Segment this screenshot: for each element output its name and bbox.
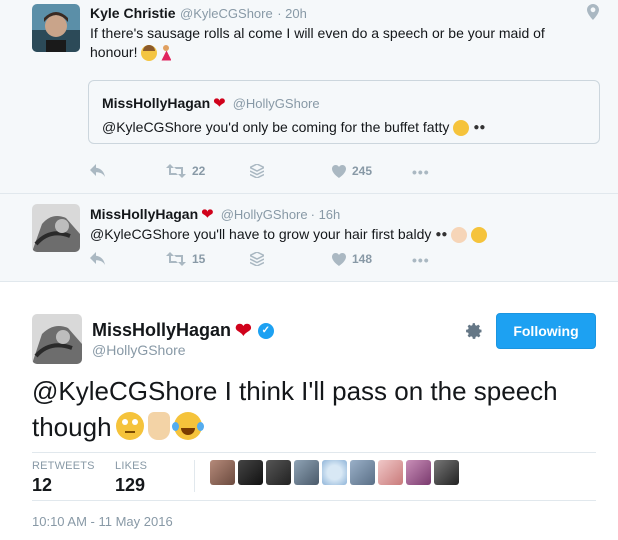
more-icon: ••• xyxy=(412,164,430,180)
tweet-actions: 22 245 ••• xyxy=(90,164,450,184)
quoted-text: @KyleCGShore you'd only be coming for th… xyxy=(102,119,450,135)
woman-tipping-hand-emoji xyxy=(141,44,158,61)
tweet-text-line: If there's sausage rolls al come I will … xyxy=(90,25,545,41)
retweet-button[interactable]: 22 xyxy=(166,164,205,178)
reply-button[interactable] xyxy=(90,164,106,178)
retweet-count: 15 xyxy=(192,252,206,266)
eyes-emoji: ●● xyxy=(435,229,448,240)
stats-divider xyxy=(32,500,596,501)
tears-of-joy-emoji xyxy=(453,119,470,136)
more-button[interactable]: ••• xyxy=(412,164,430,180)
liker-avatar[interactable] xyxy=(322,460,347,485)
author-handle[interactable]: @KyleCGShore xyxy=(180,6,273,21)
verified-badge-icon: ✓ xyxy=(257,322,274,339)
liker-avatars xyxy=(210,460,459,485)
retweets-count[interactable]: 12 xyxy=(32,475,52,496)
reply-icon xyxy=(90,164,105,177)
layers-icon xyxy=(250,252,264,266)
like-button[interactable]: 245 xyxy=(332,164,372,178)
quoted-author-handle[interactable]: @HollyGShore xyxy=(233,96,320,111)
tweet-time[interactable]: · 20h xyxy=(277,6,307,21)
liker-avatar[interactable] xyxy=(406,460,431,485)
liker-avatar[interactable] xyxy=(266,460,291,485)
baby-emoji xyxy=(451,226,468,243)
retweet-count: 22 xyxy=(192,164,206,178)
reply-icon xyxy=(90,252,105,265)
layers-icon xyxy=(250,164,264,178)
raised-hand-emoji xyxy=(147,412,170,440)
main-tweet-text: @KyleCGShore I think I'll pass on the sp… xyxy=(32,373,592,445)
retweet-icon xyxy=(166,164,186,178)
stats-divider xyxy=(32,452,596,453)
heart-emoji: ❤ xyxy=(201,206,214,223)
gear-icon[interactable] xyxy=(465,322,483,340)
author-name[interactable]: MissHollyHagan xyxy=(92,320,231,341)
liker-avatar[interactable] xyxy=(238,460,263,485)
tweet-divider xyxy=(0,193,618,194)
main-text: @KyleCGShore I think I'll pass on the sp… xyxy=(32,376,558,442)
heart-emoji: ❤ xyxy=(235,320,252,342)
like-count: 148 xyxy=(352,252,373,266)
tweet-header: Kyle Christie @KyleCGShore · 20h xyxy=(90,5,307,23)
tweet-actions: 15 148 ••• xyxy=(90,252,450,272)
avatar[interactable] xyxy=(32,204,80,252)
rolling-eyes-emoji xyxy=(115,412,144,440)
liker-avatar[interactable] xyxy=(350,460,375,485)
main-author-name[interactable]: MissHollyHagan ❤ ✓ xyxy=(92,318,274,343)
retweet-icon xyxy=(166,252,186,266)
author-name[interactable]: Kyle Christie xyxy=(90,5,176,21)
heart-icon xyxy=(332,164,346,178)
quoted-author-name[interactable]: MissHollyHagan xyxy=(102,95,210,111)
heart-icon xyxy=(332,252,346,266)
like-button[interactable]: 148 xyxy=(332,252,372,266)
retweets-label[interactable]: RETWEETS xyxy=(32,460,95,472)
heart-emoji: ❤ xyxy=(213,95,226,112)
tweet-time[interactable]: · 16h xyxy=(311,207,341,222)
following-button[interactable]: Following xyxy=(496,313,596,349)
tweet-timestamp[interactable]: 10:10 AM - 11 May 2016 xyxy=(32,514,173,529)
tweet-text: @KyleCGShore you'll have to grow your ha… xyxy=(90,225,488,244)
author-handle[interactable]: @HollyGShore xyxy=(221,207,308,222)
main-author-handle[interactable]: @HollyGShore xyxy=(92,342,186,358)
tweet-text: If there's sausage rolls al come I will … xyxy=(90,24,590,62)
reply-button[interactable] xyxy=(90,252,106,266)
retweet-button[interactable]: 15 xyxy=(166,252,205,266)
quoted-tweet-text: @KyleCGShore you'd only be coming for th… xyxy=(102,118,485,137)
likes-label[interactable]: LIKES xyxy=(115,460,147,472)
stack-button[interactable] xyxy=(250,252,264,266)
stats-separator xyxy=(194,460,195,492)
author-name[interactable]: MissHollyHagan xyxy=(90,206,198,222)
dancer-emoji xyxy=(161,44,172,61)
sweat-smile-emoji xyxy=(471,226,488,243)
stack-button[interactable] xyxy=(250,164,264,178)
tweet-text-line: honour! xyxy=(90,44,138,60)
tears-of-joy-emoji xyxy=(171,412,204,440)
quoted-tweet-header: MissHollyHagan ❤ @HollyGShore xyxy=(102,94,320,112)
location-pin-icon[interactable] xyxy=(587,4,599,25)
liker-avatar[interactable] xyxy=(434,460,459,485)
liker-avatar[interactable] xyxy=(210,460,235,485)
liker-avatar[interactable] xyxy=(294,460,319,485)
liker-avatar[interactable] xyxy=(378,460,403,485)
like-count: 245 xyxy=(352,164,373,178)
avatar[interactable] xyxy=(32,314,82,364)
more-button[interactable]: ••• xyxy=(412,252,430,268)
eyes-emoji: ●● xyxy=(473,122,486,133)
tweet-header: MissHollyHagan ❤ @HollyGShore · 16h xyxy=(90,205,340,223)
avatar[interactable] xyxy=(32,4,80,52)
tweet-text-line: @KyleCGShore you'll have to grow your ha… xyxy=(90,226,432,242)
likes-count[interactable]: 129 xyxy=(115,475,145,496)
more-icon: ••• xyxy=(412,252,430,268)
